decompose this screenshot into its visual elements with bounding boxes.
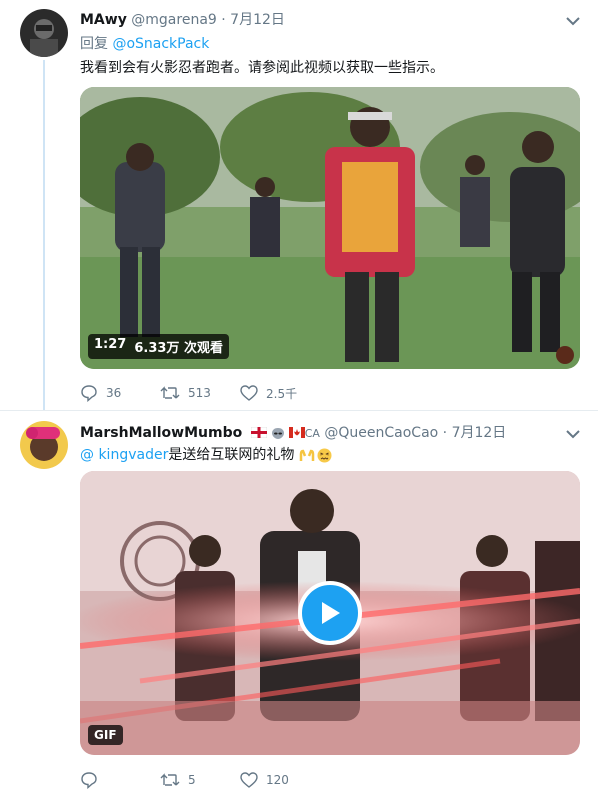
tweet-date[interactable]: 7月12日: [452, 425, 507, 441]
handle[interactable]: @mgarena9: [131, 12, 217, 28]
tweet-header: MAwy @mgarena9 · 7月12日: [80, 9, 285, 29]
like-button[interactable]: 120: [240, 772, 320, 788]
heart-icon: [240, 385, 258, 401]
tweet-header: MarshMallowMumbo CA @QueenCaoCao · 7月12日: [80, 422, 506, 442]
alien-icon: [271, 427, 284, 439]
tweet-text: 我看到会有火影忍者跑者。请参阅此视频以获取一些指示。: [80, 60, 444, 76]
handle[interactable]: @QueenCaoCao: [324, 425, 438, 441]
england-flag-icon: [250, 426, 267, 438]
raised-hands-icon: [299, 449, 315, 461]
retweet-count: 513: [188, 386, 211, 400]
video-info-badge: 1:27 6.33万 次观看: [88, 334, 229, 359]
tweet-actions: 5 120: [80, 771, 320, 789]
display-name[interactable]: MarshMallowMumbo: [80, 425, 242, 441]
mention-link[interactable]: @ kingvader: [80, 447, 168, 463]
retweet-count: 5: [188, 773, 196, 787]
retweet-icon: [160, 385, 180, 401]
tweet-1[interactable]: MAwy @mgarena9 · 7月12日 回复 @oSnackPack 我看…: [0, 0, 598, 410]
reply-button[interactable]: [80, 771, 160, 789]
video-views: 6.33万 次观看: [134, 341, 223, 356]
chevron-down-icon[interactable]: [566, 424, 580, 443]
heart-icon: [240, 772, 258, 788]
emoji-group: [299, 448, 332, 463]
reply-prefix: 回复: [80, 36, 108, 52]
like-button[interactable]: 2.5千: [240, 385, 320, 402]
video-player[interactable]: 1:27 6.33万 次观看: [80, 87, 580, 369]
video-duration: 1:27: [94, 337, 127, 352]
gif-player[interactable]: GIF: [80, 471, 580, 755]
play-button[interactable]: [298, 581, 362, 645]
reply-count: 36: [106, 386, 122, 400]
confounded-face-icon: [317, 448, 332, 462]
separator-dot: ·: [442, 425, 448, 441]
tweet-text: @ kingvader是送给互联网的礼物: [80, 444, 332, 464]
reply-to-link[interactable]: @oSnackPack: [112, 36, 209, 52]
retweet-button[interactable]: 513: [160, 385, 240, 401]
retweet-icon: [160, 772, 180, 788]
reply-context: 回复 @oSnackPack: [80, 33, 209, 53]
video-thumbnail: [80, 87, 580, 369]
gif-badge: GIF: [88, 725, 123, 745]
flag-suffix: CA: [304, 427, 320, 440]
avatar[interactable]: [20, 421, 68, 469]
reply-button[interactable]: 36: [80, 384, 160, 402]
tweet-2[interactable]: MarshMallowMumbo CA @QueenCaoCao · 7月12日…: [0, 411, 598, 791]
reply-icon: [80, 771, 98, 789]
tweet-body: 是送给互联网的礼物: [168, 447, 295, 463]
play-icon: [322, 602, 340, 624]
tweet-date[interactable]: 7月12日: [230, 12, 285, 28]
avatar[interactable]: [20, 9, 68, 57]
retweet-button[interactable]: 5: [160, 772, 240, 788]
separator-dot: ·: [221, 12, 226, 28]
tweet-actions: 36 513 2.5千: [80, 384, 320, 402]
reply-icon: [80, 384, 98, 402]
display-name[interactable]: MAwy: [80, 12, 127, 28]
canada-flag-icon: [288, 426, 305, 438]
like-count: 120: [266, 773, 289, 787]
like-count: 2.5千: [266, 386, 298, 401]
chevron-down-icon[interactable]: [566, 11, 580, 30]
flag-emojis: [250, 426, 305, 440]
